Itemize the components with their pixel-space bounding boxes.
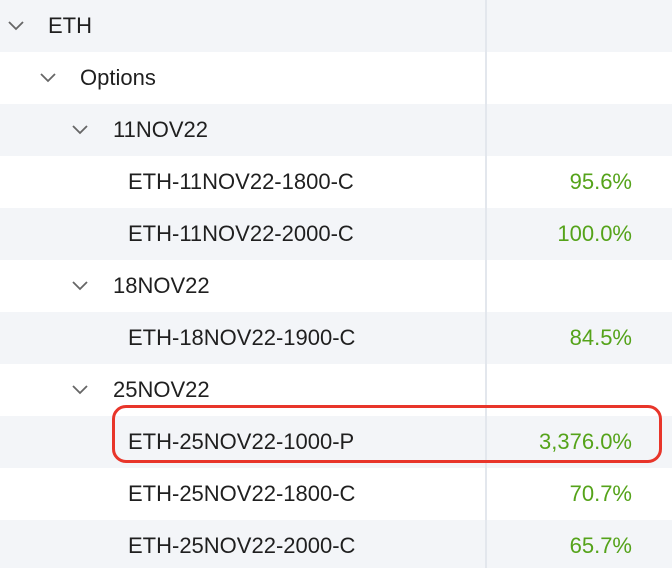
instrument-name: ETH-11NOV22-2000-C [128,221,354,246]
instrument-value: 70.7% [569,481,632,506]
tree-node-label: 11NOV22 [113,117,208,142]
instrument-value: 100.0% [557,221,632,246]
tree-node-options[interactable]: Options [0,52,672,104]
instrument-name: ETH-25NOV22-1800-C [128,481,356,506]
instrument-value: 84.5% [569,325,632,350]
instrument-value: 95.6% [569,169,632,194]
chevron-down-icon[interactable] [71,277,89,295]
instrument-row[interactable]: ETH-25NOV22-2000-C 65.7% [0,520,672,568]
chevron-down-icon[interactable] [7,17,25,35]
instrument-name: ETH-25NOV22-1000-P [128,429,355,454]
instrument-row[interactable]: ETH-11NOV22-2000-C 100.0% [0,208,672,260]
instrument-name: ETH-11NOV22-1800-C [128,169,354,194]
tree-node-label: 25NOV22 [113,377,210,402]
instrument-tree: ETH Options 11NOV22 ETH-11NOV22-1800-C 9… [0,0,672,568]
instrument-value: 3,376.0% [539,429,632,454]
column-divider[interactable] [485,0,487,568]
instrument-name: ETH-25NOV22-2000-C [128,533,356,558]
tree-node-expiry[interactable]: 25NOV22 [0,364,672,416]
instrument-value: 65.7% [569,533,632,558]
instrument-row[interactable]: ETH-18NOV22-1900-C 84.5% [0,312,672,364]
tree-node-label: ETH [48,13,92,38]
instrument-name: ETH-18NOV22-1900-C [128,325,356,350]
tree-node-label: 18NOV22 [113,273,210,298]
instrument-row[interactable]: ETH-25NOV22-1000-P 3,376.0% [0,416,672,468]
tree-node-expiry[interactable]: 18NOV22 [0,260,672,312]
tree-node-expiry[interactable]: 11NOV22 [0,104,672,156]
chevron-down-icon[interactable] [71,381,89,399]
chevron-down-icon[interactable] [71,121,89,139]
chevron-down-icon[interactable] [39,69,57,87]
instrument-row[interactable]: ETH-11NOV22-1800-C 95.6% [0,156,672,208]
instrument-row[interactable]: ETH-25NOV22-1800-C 70.7% [0,468,672,520]
tree-node-label: Options [80,65,156,90]
tree-node-eth[interactable]: ETH [0,0,672,52]
